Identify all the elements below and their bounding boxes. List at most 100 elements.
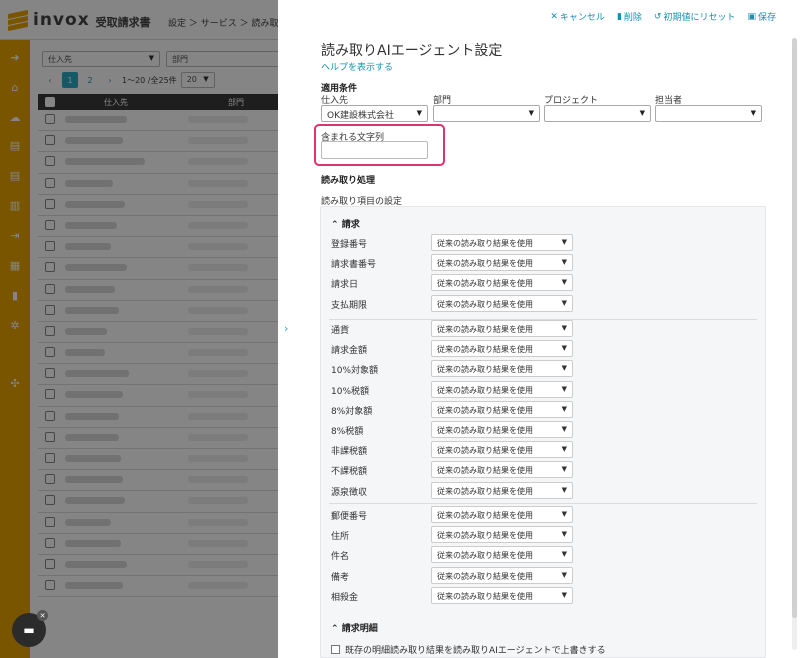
field-read-mode-value: 従来の読み取り結果を使用: [437, 259, 533, 269]
field-read-mode-select[interactable]: 従来の読み取り結果を使用 ▼: [431, 566, 573, 584]
field-label: 源泉徴収: [331, 487, 368, 498]
invoice-group-heading[interactable]: ⌃ 請求: [331, 217, 360, 230]
field-read-mode-select[interactable]: 従来の読み取り結果を使用 ▼: [431, 441, 573, 459]
save-button[interactable]: ▣ 保存: [747, 10, 776, 24]
chevron-down-icon: ▼: [561, 238, 567, 246]
chevron-down-icon: ▼: [561, 258, 567, 267]
chevron-down-icon: ▼: [639, 109, 645, 117]
field-read-mode-select[interactable]: 従来の読み取り結果を使用 ▼: [431, 340, 573, 358]
chevron-down-icon: ▼: [561, 344, 567, 353]
field-read-mode-value: 従来の読み取り結果を使用: [437, 466, 533, 476]
field-read-mode-value: 従来の読み取り結果を使用: [437, 486, 533, 496]
supplier-select[interactable]: OK建設株式会社 ▼: [321, 105, 428, 122]
drawer-title: 読み取りAIエージェント設定: [321, 43, 503, 59]
chevron-down-icon: ▼: [561, 298, 567, 307]
field-label: 8%対象額: [331, 406, 373, 417]
reset-button[interactable]: ↺ 初期値にリセット: [653, 10, 736, 24]
settings-drawer: › ✕ キャンセル ▮ 削除 ↺ 初期値にリセット ▣ 保存 読み取りAIエージェント設…: [278, 0, 800, 658]
field-label: 非課税額: [331, 447, 368, 458]
field-read-mode-value: 従来の読み取り結果を使用: [437, 591, 533, 601]
field-label: 郵便番号: [331, 512, 368, 522]
field-read-mode-select[interactable]: 従来の読み取り結果を使用 ▼: [431, 546, 573, 564]
chevron-up-icon: ⌃: [331, 624, 339, 634]
field-label: 8%税額: [331, 427, 364, 437]
chevron-down-icon: ▼: [561, 590, 567, 599]
contains-text-input[interactable]: [321, 141, 428, 159]
owner-select[interactable]: ▼: [655, 105, 762, 122]
field-read-mode-select[interactable]: 従来の読み取り結果を使用 ▼: [431, 481, 573, 499]
field-read-mode-value: 従来の読み取り結果を使用: [437, 325, 533, 334]
close-chat-icon[interactable]: ✕: [37, 610, 48, 621]
field-read-mode-select[interactable]: 従来の読み取り結果を使用 ▼: [431, 421, 573, 438]
save-icon: ▣: [747, 11, 756, 22]
field-label: 請求金額: [331, 346, 368, 357]
overwrite-detail-label: 既存の明細読み取り結果を読み取りAIエージェントで上書きする: [345, 646, 606, 656]
modal-backdrop-nav: [0, 40, 30, 658]
field-label: 件名: [331, 552, 350, 563]
modal-backdrop[interactable]: [30, 40, 278, 658]
dept-select[interactable]: ▼: [433, 105, 540, 122]
chevron-up-icon: ⌃: [331, 220, 339, 230]
field-label: 請求日: [331, 280, 359, 291]
trash-icon: ▮: [616, 11, 622, 22]
field-read-mode-select[interactable]: 従来の読み取り結果を使用 ▼: [431, 294, 573, 312]
field-read-mode-value: 従来の読み取り結果を使用: [437, 551, 533, 561]
chevron-down-icon: ▼: [561, 570, 567, 579]
field-read-mode-value: 従来の読み取り結果を使用: [437, 299, 533, 309]
divider: [329, 503, 757, 504]
chevron-down-icon: ▼: [561, 278, 567, 287]
close-icon: ✕: [550, 11, 558, 22]
chevron-down-icon: ▼: [561, 510, 567, 518]
overwrite-detail-checkbox[interactable]: 既存の明細読み取り結果を読み取りAIエージェントで上書きする: [331, 643, 606, 656]
field-read-mode-select[interactable]: 従来の読み取り結果を使用 ▼: [431, 360, 573, 378]
chevron-down-icon: ▼: [750, 109, 756, 117]
field-read-mode-value: 従来の読み取り結果を使用: [437, 239, 533, 248]
field-read-mode-value: 従来の読み取り結果を使用: [437, 446, 533, 456]
field-label: 不課税額: [331, 467, 368, 478]
chevron-down-icon: ▼: [561, 550, 567, 559]
delete-button[interactable]: ▮ 削除: [616, 10, 642, 24]
cancel-button[interactable]: ✕ キャンセル: [550, 10, 605, 24]
field-read-mode-value: 従来の読み取り結果を使用: [437, 511, 533, 520]
chevron-down-icon: ▼: [561, 404, 567, 413]
drawer-scrollbar[interactable]: [792, 38, 797, 650]
help-link[interactable]: ヘルプを表示する: [321, 60, 393, 73]
field-read-mode-select[interactable]: 従来の読み取り結果を使用 ▼: [431, 586, 573, 604]
chevron-down-icon: ▼: [561, 425, 567, 433]
field-read-mode-value: 従来の読み取り結果を使用: [437, 405, 533, 415]
field-read-mode-select[interactable]: 従来の読み取り結果を使用 ▼: [431, 274, 573, 292]
field-read-mode-value: 従来の読み取り結果を使用: [437, 365, 533, 375]
field-label: 相殺金: [331, 592, 359, 603]
chevron-down-icon: ▼: [561, 465, 567, 474]
project-select[interactable]: ▼: [544, 105, 651, 122]
processing-heading: 読み取り処理: [321, 176, 376, 186]
field-read-mode-value: 従来の読み取り結果を使用: [437, 345, 533, 355]
field-read-mode-select[interactable]: 従来の読み取り結果を使用 ▼: [431, 526, 573, 544]
field-label: 10%税額: [331, 386, 370, 397]
field-read-mode-value: 従来の読み取り結果を使用: [437, 531, 533, 541]
read-items-panel: ⌃ 請求 登録番号 従来の読み取り結果を使用 ▼ 請求書番号 従来の読み取り結果を使用 ▼…: [320, 206, 766, 658]
chat-icon: ▬: [23, 623, 35, 637]
field-read-mode-select[interactable]: 従来の読み取り結果を使用 ▼: [431, 400, 573, 418]
field-read-mode-select[interactable]: 従来の読み取り結果を使用 ▼: [431, 254, 573, 272]
detail-group-heading[interactable]: ⌃ 請求明細: [331, 621, 378, 634]
field-label: 請求書番号: [331, 260, 377, 271]
chevron-right-icon[interactable]: ›: [284, 322, 288, 335]
field-label: 通貨: [331, 326, 350, 336]
chevron-down-icon: ▼: [528, 109, 534, 117]
field-label: 備考: [331, 572, 350, 583]
checkbox[interactable]: [331, 645, 340, 654]
chevron-down-icon: ▼: [561, 485, 567, 494]
field-read-mode-select[interactable]: 従来の読み取り結果を使用 ▼: [431, 506, 573, 523]
field-label: 住所: [331, 532, 350, 543]
chevron-down-icon: ▼: [416, 109, 422, 117]
reset-icon: ↺: [653, 11, 662, 22]
field-read-mode-select[interactable]: 従来の読み取り結果を使用 ▼: [431, 234, 573, 251]
field-read-mode-select[interactable]: 従来の読み取り結果を使用 ▼: [431, 320, 573, 337]
field-label: 支払期限: [331, 300, 368, 311]
chevron-down-icon: ▼: [561, 530, 567, 539]
field-read-mode-select[interactable]: 従来の読み取り結果を使用 ▼: [431, 461, 573, 479]
chevron-down-icon: ▼: [561, 445, 567, 454]
field-read-mode-select[interactable]: 従来の読み取り結果を使用 ▼: [431, 380, 573, 398]
modal-backdrop-top: [0, 0, 278, 40]
